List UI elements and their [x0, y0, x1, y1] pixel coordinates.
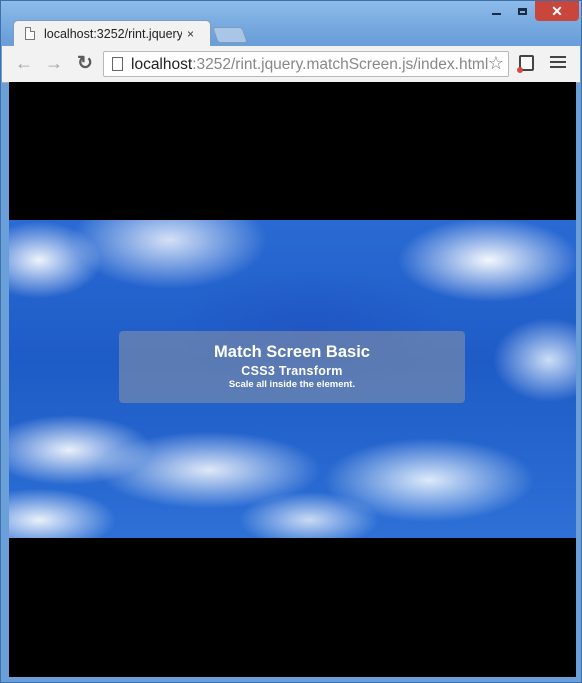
page-favicon-icon: [25, 27, 35, 40]
minimize-icon: [491, 13, 501, 15]
url-host: localhost: [131, 56, 193, 73]
extension-button[interactable]: [516, 52, 536, 74]
bookmark-star-icon[interactable]: ☆: [488, 53, 504, 74]
new-tab-button[interactable]: [212, 27, 248, 43]
menu-icon-bar: [550, 61, 566, 63]
chrome-menu-button[interactable]: [550, 56, 566, 71]
menu-icon-bar: [550, 56, 566, 58]
minimize-button[interactable]: [483, 1, 509, 21]
url-path: :3252/rint.jquery.matchScreen.js/index.h…: [192, 56, 489, 73]
browser-window: ✕ localhost:3252/rint.jquery × ← → ↻ loc…: [0, 0, 582, 683]
caption-subtitle: CSS3 Transform: [241, 364, 343, 378]
browser-tab-content: localhost:3252/rint.jquery ×: [13, 20, 209, 47]
maximize-button[interactable]: [509, 1, 535, 21]
menu-icon-bar: [550, 66, 566, 68]
caption-box: Match Screen Basic CSS3 Transform Scale …: [119, 331, 465, 403]
url-text[interactable]: localhost:3252/rint.jquery.matchScreen.j…: [131, 56, 488, 74]
browser-toolbar: ← → ↻ localhost:3252/rint.jquery.matchSc…: [2, 46, 580, 83]
page-viewport: Match Screen Basic CSS3 Transform Scale …: [9, 82, 576, 677]
extension-badge: [516, 67, 523, 73]
back-button[interactable]: ←: [14, 53, 34, 73]
back-arrow-icon: ←: [15, 52, 33, 73]
reload-button[interactable]: ↻: [75, 52, 95, 74]
window-close-button[interactable]: ✕: [535, 1, 579, 21]
reload-icon: ↻: [77, 52, 93, 74]
tab-title: localhost:3252/rint.jquery: [44, 26, 182, 41]
caption-title: Match Screen Basic: [214, 343, 370, 361]
forward-arrow-icon: →: [45, 52, 63, 73]
maximize-icon: [517, 7, 527, 15]
page-icon: [112, 57, 123, 71]
tab-close-icon[interactable]: ×: [187, 27, 194, 41]
caption-description: Scale all inside the element.: [228, 379, 356, 390]
address-bar[interactable]: localhost:3252/rint.jquery.matchScreen.j…: [103, 51, 509, 77]
sky-background-image: Match Screen Basic CSS3 Transform Scale …: [9, 220, 576, 538]
close-icon: ✕: [551, 2, 563, 19]
extension-icon: [516, 55, 534, 73]
forward-button[interactable]: →: [44, 53, 64, 73]
